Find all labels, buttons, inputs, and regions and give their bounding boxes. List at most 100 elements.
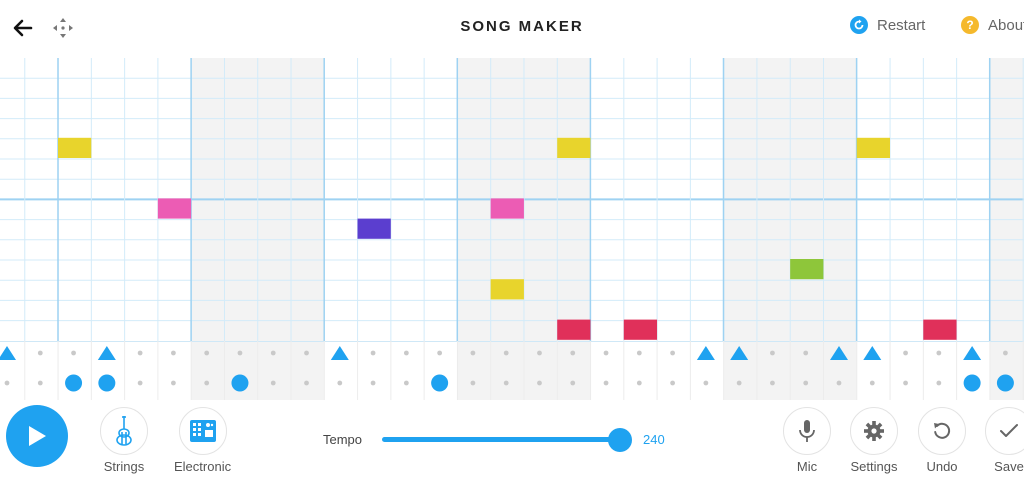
rhythm-dot[interactable]	[437, 350, 443, 356]
mic-label: Mic	[796, 459, 818, 474]
percussion-button[interactable]: Electronic	[174, 407, 231, 474]
rhythm-dot[interactable]	[537, 350, 542, 356]
song-grid[interactable]	[0, 58, 1024, 400]
rhythm-dot[interactable]	[803, 350, 809, 356]
melody-note[interactable]	[357, 218, 391, 239]
rhythm-dot[interactable]	[936, 350, 942, 356]
rhythm-dot[interactable]	[403, 350, 409, 356]
rhythm-dot[interactable]	[71, 350, 76, 356]
rhythm-dot[interactable]	[171, 350, 176, 356]
play-button[interactable]	[6, 405, 68, 467]
rhythm-dot[interactable]	[304, 350, 309, 356]
melody-note[interactable]	[923, 319, 957, 340]
rhythm-dot[interactable]	[137, 350, 143, 356]
restart-button[interactable]: Restart	[850, 16, 925, 34]
melody-note[interactable]	[557, 319, 591, 340]
about-button[interactable]: ? About	[961, 16, 1024, 34]
about-label: About	[988, 16, 1024, 34]
rhythm-dot[interactable]	[1003, 350, 1008, 356]
rhythm-dot[interactable]	[470, 350, 476, 356]
melody-note[interactable]	[58, 137, 92, 158]
rhythm-circle[interactable]	[65, 374, 83, 392]
melody-note[interactable]	[856, 137, 890, 158]
instrument-label: Strings	[103, 459, 145, 474]
rhythm-dot[interactable]	[304, 380, 309, 386]
tempo-slider-thumb[interactable]	[608, 428, 632, 452]
rhythm-dot[interactable]	[869, 380, 875, 386]
restart-icon	[850, 16, 868, 34]
rhythm-circle[interactable]	[231, 374, 249, 392]
melody-note[interactable]	[157, 198, 192, 219]
restart-label: Restart	[877, 16, 926, 34]
undo-ring	[918, 407, 966, 455]
melody-note[interactable]	[790, 259, 824, 280]
violin-icon	[116, 416, 132, 446]
melody-note[interactable]	[623, 319, 658, 340]
save-label: Save	[994, 459, 1024, 474]
rhythm-dot[interactable]	[204, 380, 210, 386]
instrument-ring	[100, 407, 148, 455]
rhythm-dot[interactable]	[37, 380, 43, 386]
rhythm-dot[interactable]	[537, 380, 542, 386]
rhythm-circle[interactable]	[996, 374, 1014, 392]
melody-grid[interactable]	[0, 58, 1024, 341]
settings-button[interactable]: Settings	[850, 407, 898, 474]
rhythm-dot[interactable]	[670, 350, 675, 356]
rhythm-dot[interactable]	[370, 380, 376, 386]
rhythm-dot[interactable]	[736, 380, 742, 386]
drum-machine-icon	[189, 420, 216, 442]
top-bar: SONG MAKER Restart ? About	[0, 0, 1024, 58]
rhythm-grid[interactable]	[0, 341, 1024, 400]
rhythm-dot[interactable]	[204, 350, 210, 356]
rhythm-dot[interactable]	[803, 380, 809, 386]
tempo-slider-track[interactable]	[382, 437, 620, 442]
rhythm-dot[interactable]	[470, 380, 476, 386]
rhythm-dot[interactable]	[703, 380, 709, 386]
rhythm-dot[interactable]	[636, 350, 642, 356]
rhythm-dot[interactable]	[370, 350, 376, 356]
rhythm-dot[interactable]	[503, 380, 509, 386]
rhythm-dot[interactable]	[503, 350, 509, 356]
question-icon: ?	[961, 16, 979, 34]
percussion-ring	[178, 407, 227, 455]
bottom-toolbar: Strings Electronic Tempo 240 Mic Setting…	[0, 400, 1024, 480]
rhythm-dot[interactable]	[903, 350, 908, 356]
melody-note[interactable]	[557, 137, 591, 158]
tempo-value: 240	[643, 432, 665, 447]
instrument-button[interactable]: Strings	[100, 407, 148, 474]
rhythm-dot[interactable]	[137, 380, 143, 386]
rhythm-dot[interactable]	[903, 380, 908, 386]
rhythm-dot[interactable]	[237, 350, 243, 356]
rhythm-dot[interactable]	[171, 380, 176, 386]
save-button[interactable]: Save	[985, 407, 1024, 474]
rhythm-dot[interactable]	[570, 380, 576, 386]
mic-ring	[783, 407, 831, 455]
play-icon	[29, 426, 46, 446]
rhythm-dot[interactable]	[670, 380, 675, 386]
rhythm-dot[interactable]	[770, 380, 775, 386]
melody-note[interactable]	[490, 198, 524, 219]
rhythm-dot[interactable]	[570, 350, 576, 356]
rhythm-dot[interactable]	[270, 350, 276, 356]
rhythm-dot[interactable]	[337, 380, 343, 386]
rhythm-dot[interactable]	[770, 350, 775, 356]
settings-label: Settings	[850, 459, 898, 474]
rhythm-dot[interactable]	[636, 380, 642, 386]
rhythm-dot[interactable]	[603, 380, 609, 386]
rhythm-dot[interactable]	[836, 380, 842, 386]
rhythm-dot[interactable]	[37, 350, 43, 356]
rhythm-circle[interactable]	[963, 374, 981, 392]
rhythm-circle[interactable]	[98, 374, 116, 392]
rhythm-dot[interactable]	[403, 380, 409, 386]
undo-button[interactable]: Undo	[918, 407, 966, 474]
save-ring	[985, 407, 1024, 455]
mic-button[interactable]: Mic	[783, 407, 831, 474]
tempo-label: Tempo	[323, 432, 363, 447]
gear-icon	[864, 421, 884, 441]
rhythm-circle[interactable]	[431, 374, 449, 392]
rhythm-dot[interactable]	[270, 380, 276, 386]
rhythm-dot[interactable]	[603, 350, 609, 356]
rhythm-dot[interactable]	[936, 380, 942, 386]
rhythm-dot[interactable]	[4, 380, 10, 386]
melody-note[interactable]	[490, 279, 524, 300]
